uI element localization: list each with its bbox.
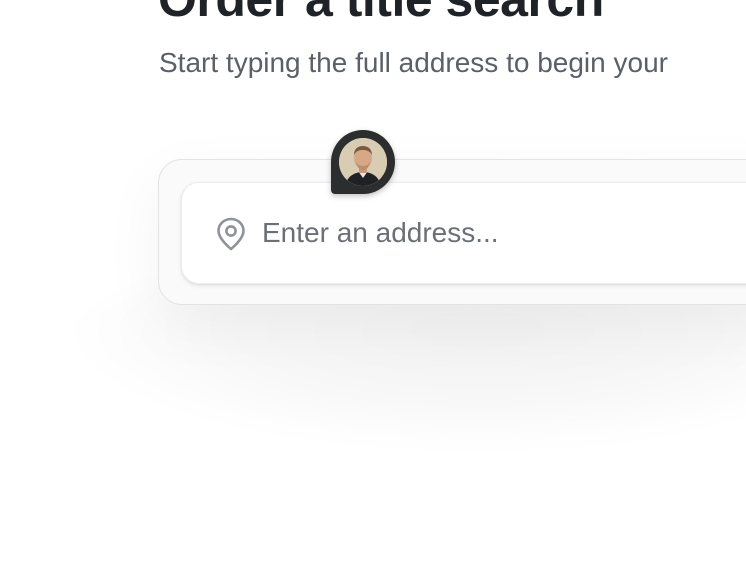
map-pin-icon (217, 217, 245, 251)
avatar-portrait-icon (339, 138, 387, 186)
address-input[interactable] (262, 211, 746, 255)
page-subtitle: Start typing the full address to begin y… (159, 47, 668, 78)
order-title-search-page: Order a title search Start typing the fu… (0, 0, 746, 570)
address-search-field[interactable] (181, 182, 746, 284)
page-title: Order a title search (158, 0, 604, 28)
user-avatar (339, 138, 387, 186)
collaborator-cursor (331, 130, 395, 194)
